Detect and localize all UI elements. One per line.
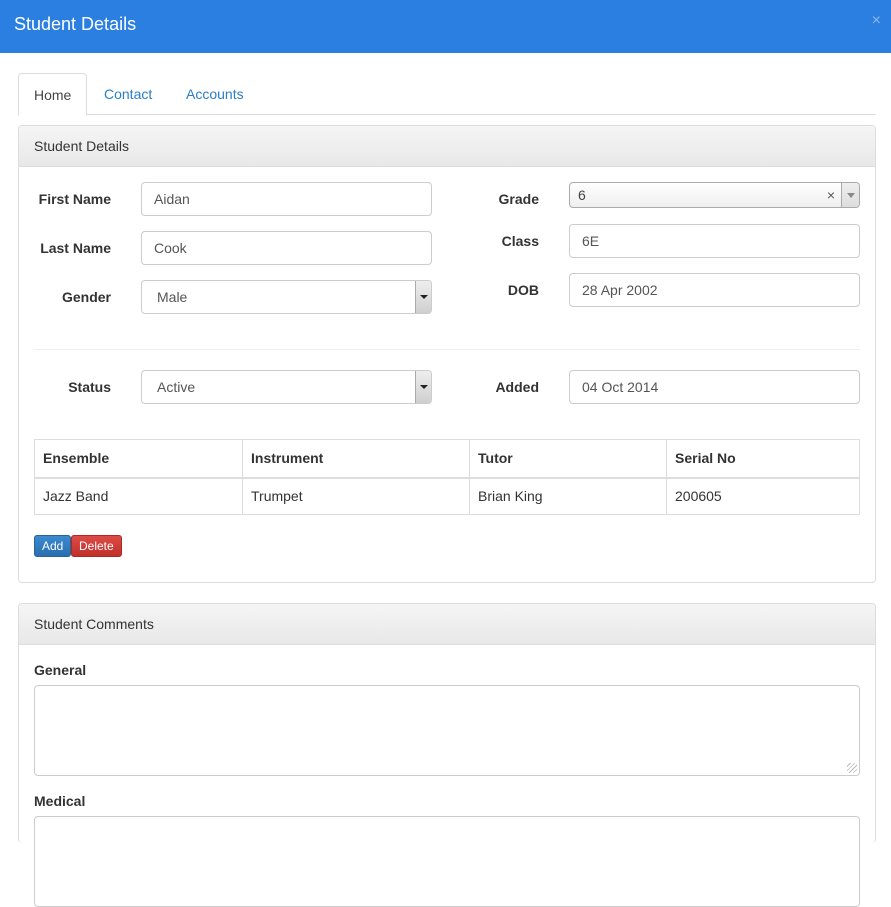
chevron-down-icon[interactable]: [415, 281, 431, 313]
tab-home[interactable]: Home: [18, 73, 88, 116]
table-cell-serial-no: 200605: [666, 477, 860, 515]
dob-label: DOB: [507, 282, 539, 298]
status-select[interactable]: Active: [141, 370, 432, 404]
table-cell-ensemble: Jazz Band: [34, 477, 243, 515]
grade-select[interactable]: 6 ×: [569, 182, 860, 208]
grade-value: 6: [578, 187, 586, 203]
grade-label: Grade: [498, 191, 539, 207]
first-name-label: First Name: [38, 191, 111, 207]
column-header-ensemble[interactable]: Ensemble: [34, 439, 243, 479]
class-input[interactable]: 6E: [569, 224, 860, 258]
ensemble-table: Ensemble Instrument Tutor Serial No Jazz…: [34, 439, 860, 515]
column-header-instrument[interactable]: Instrument: [242, 439, 470, 479]
first-name-input[interactable]: Aidan: [141, 182, 432, 216]
close-icon[interactable]: ×: [872, 12, 881, 30]
gender-select[interactable]: Male: [141, 280, 432, 314]
student-comments-panel: Student Comments General Medical: [18, 603, 876, 907]
last-name-input[interactable]: Cook: [141, 231, 432, 265]
table-header-row: Ensemble Instrument Tutor Serial No: [34, 439, 860, 479]
add-button[interactable]: Add: [34, 535, 72, 557]
student-details-heading: Student Details: [19, 126, 875, 167]
last-name-label: Last Name: [40, 240, 111, 256]
clear-icon[interactable]: ×: [827, 187, 835, 203]
class-label: Class: [501, 233, 539, 249]
added-input[interactable]: 04 Oct 2014: [569, 370, 860, 404]
medical-textarea[interactable]: [34, 816, 860, 907]
chevron-down-icon[interactable]: [415, 371, 431, 403]
dob-input[interactable]: 28 Apr 2002: [569, 273, 860, 307]
student-details-panel: Student Details First Name Aidan Last Na…: [18, 125, 876, 583]
chevron-down-icon[interactable]: [841, 183, 859, 207]
status-value: Active: [157, 379, 196, 395]
general-label: General: [34, 662, 87, 678]
table-cell-instrument: Trumpet: [242, 477, 470, 515]
tab-contact[interactable]: Contact: [89, 73, 167, 115]
gender-value: Male: [157, 289, 188, 305]
resize-handle-icon[interactable]: [847, 763, 857, 773]
status-label: Status: [68, 379, 111, 395]
divider: [34, 349, 860, 350]
gender-label: Gender: [61, 289, 111, 305]
modal-title: Student Details: [14, 14, 137, 34]
added-label: Added: [495, 379, 539, 395]
tab-bar: Home Contact Accounts: [18, 73, 876, 116]
delete-button[interactable]: Delete: [71, 535, 122, 557]
general-textarea[interactable]: [34, 685, 860, 776]
tab-accounts[interactable]: Accounts: [171, 73, 259, 115]
column-header-serial-no[interactable]: Serial No: [666, 439, 860, 479]
student-comments-heading: Student Comments: [19, 604, 875, 645]
column-header-tutor[interactable]: Tutor: [469, 439, 667, 479]
medical-label: Medical: [34, 793, 86, 809]
table-cell-tutor: Brian King: [469, 477, 667, 515]
modal-header: Student Details ×: [0, 0, 891, 53]
table-row[interactable]: Jazz Band Trumpet Brian King 200605: [34, 477, 860, 515]
